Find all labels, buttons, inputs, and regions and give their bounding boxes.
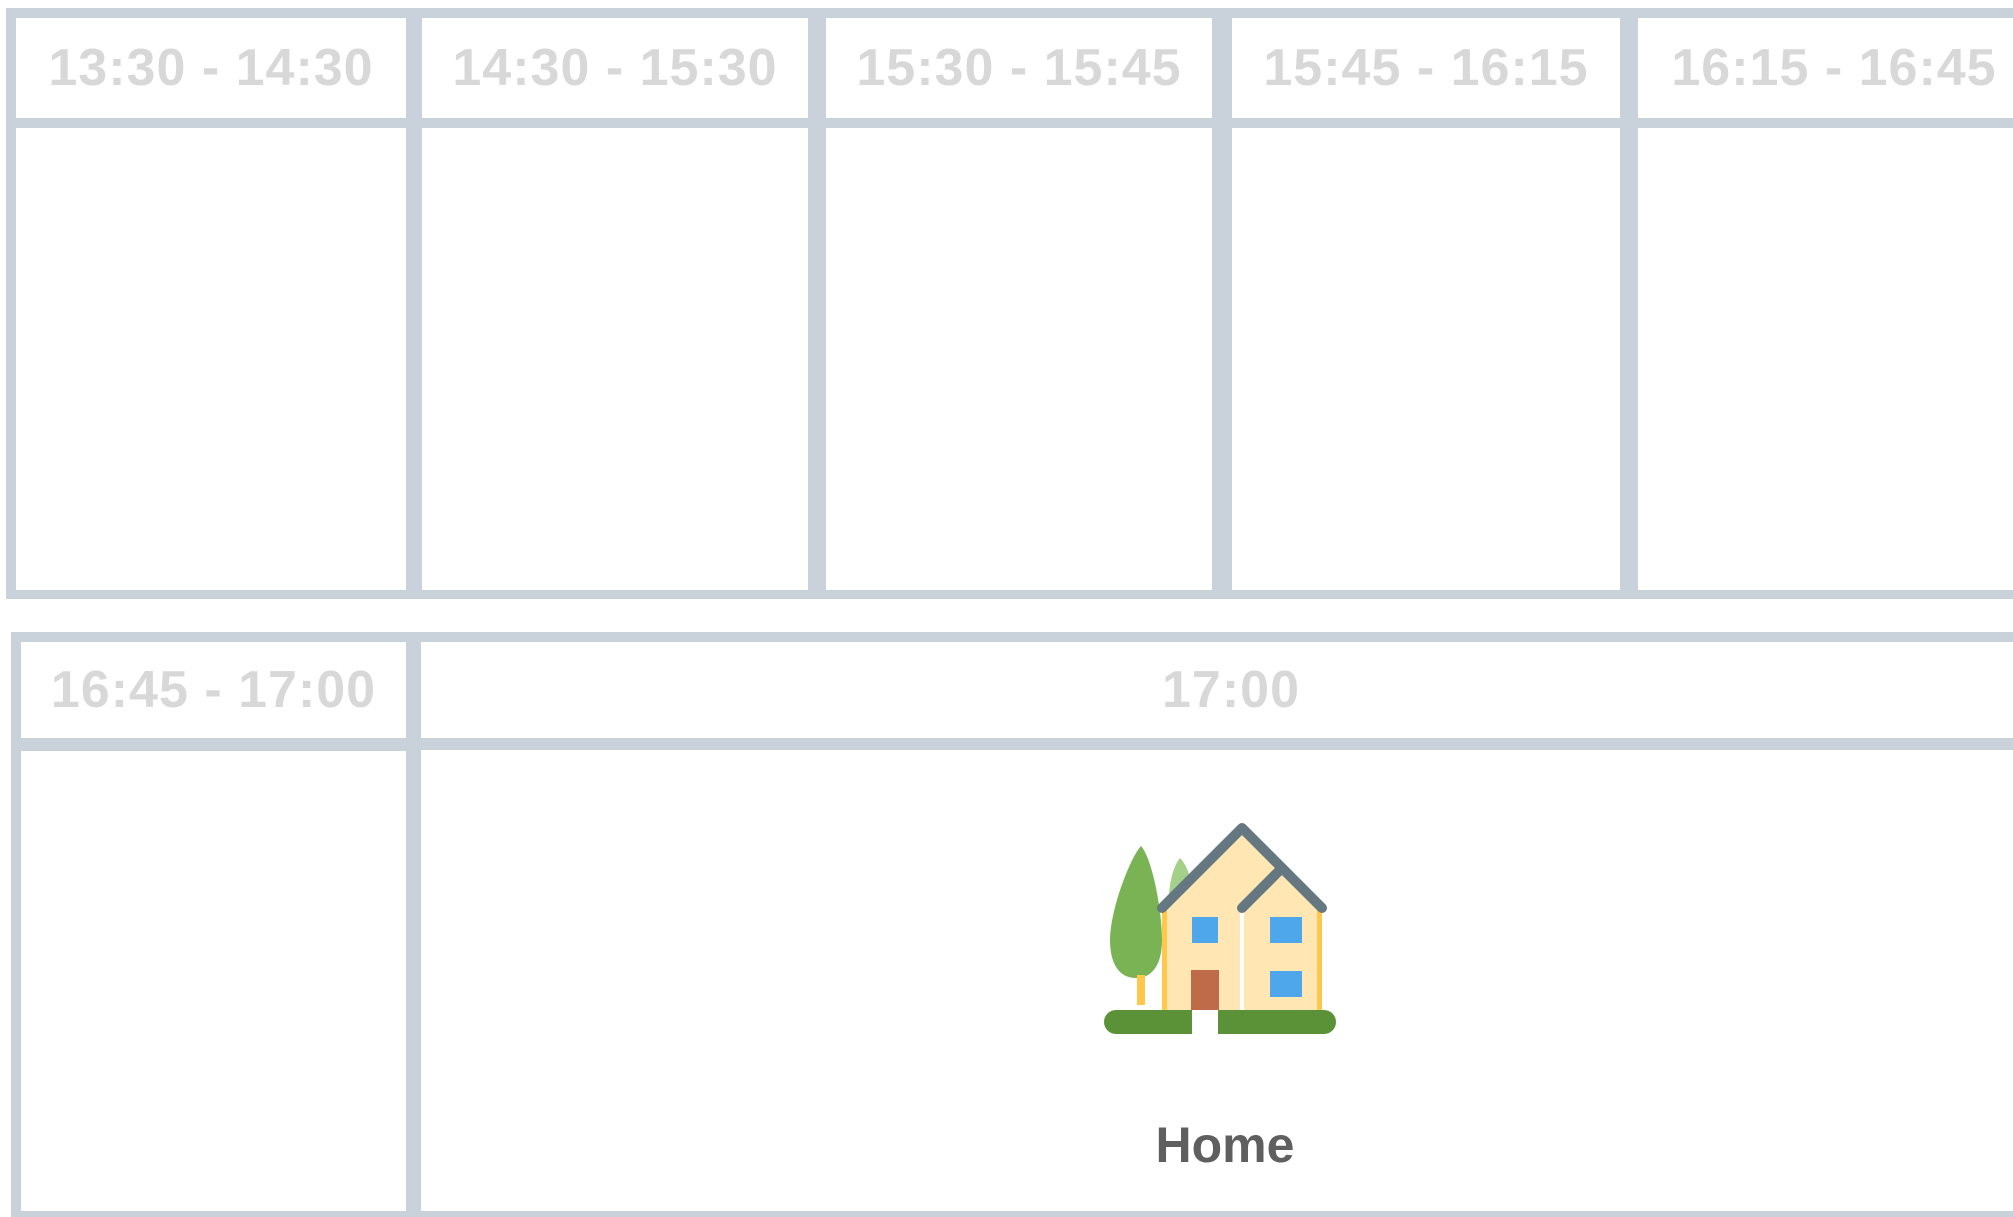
slot-time: 15:45 - 16:15 (1263, 39, 1589, 97)
slot-body (826, 128, 1212, 590)
slot-time: 17:00 (1162, 661, 1300, 719)
slot-body (1638, 128, 2013, 590)
slot-time: 13:30 - 14:30 (48, 39, 374, 97)
slot-body (422, 128, 808, 590)
slot-time: 15:30 - 15:45 (856, 39, 1182, 97)
slot-body (16, 128, 406, 590)
slot-time: 14:30 - 15:30 (452, 39, 778, 97)
slot-body (21, 751, 406, 1211)
timeline-row-1: 13:30 - 14:30 14:30 - 15:30 15:30 - 15:4… (6, 8, 2013, 599)
house-icon (1104, 823, 1336, 1034)
slot-time: 16:15 - 16:45 (1671, 39, 1997, 97)
home-label: Home (1155, 1117, 1295, 1173)
slot-body (1232, 128, 1620, 590)
timeline-row-2: 16:45 - 17:00 17:00 (11, 632, 2013, 1217)
slot-time: 16:45 - 17:00 (50, 661, 377, 719)
